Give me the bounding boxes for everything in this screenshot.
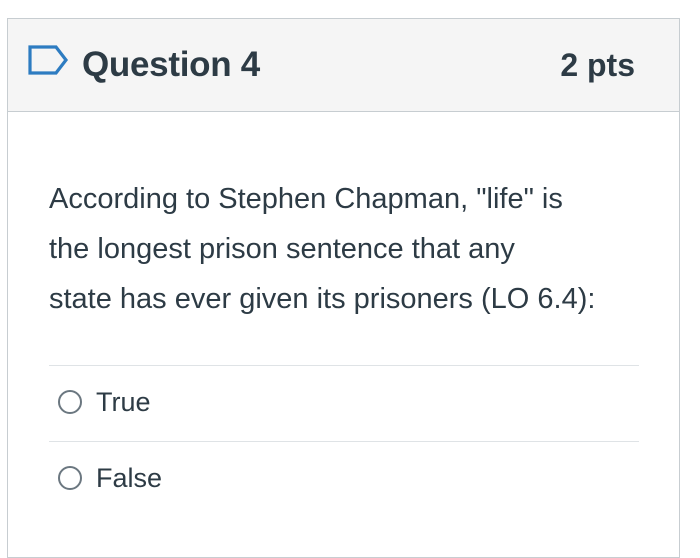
flag-question-icon[interactable] <box>26 43 72 77</box>
quiz-question-card: Question 4 2 pts According to Stephen Ch… <box>7 18 680 558</box>
answer-divider <box>49 441 639 442</box>
question-text-line: the longest prison sentence that any <box>49 233 515 265</box>
question-text-line: state has ever given its prisoners (LO 6… <box>49 283 596 315</box>
question-title: Question 4 <box>82 45 260 84</box>
answer-label[interactable]: True <box>96 387 151 418</box>
question-points: 2 pts <box>560 47 635 83</box>
answer-option-false[interactable]: False <box>58 458 162 498</box>
answer-divider <box>49 365 639 366</box>
radio-button[interactable] <box>58 390 82 414</box>
radio-button[interactable] <box>58 466 82 490</box>
question-text: According to Stephen Chapman, "life" is … <box>49 174 649 324</box>
question-header: Question 4 2 pts <box>8 19 679 112</box>
answer-option-true[interactable]: True <box>58 382 151 422</box>
question-text-line: According to Stephen Chapman, "life" is <box>49 183 563 215</box>
answer-label[interactable]: False <box>96 463 162 494</box>
